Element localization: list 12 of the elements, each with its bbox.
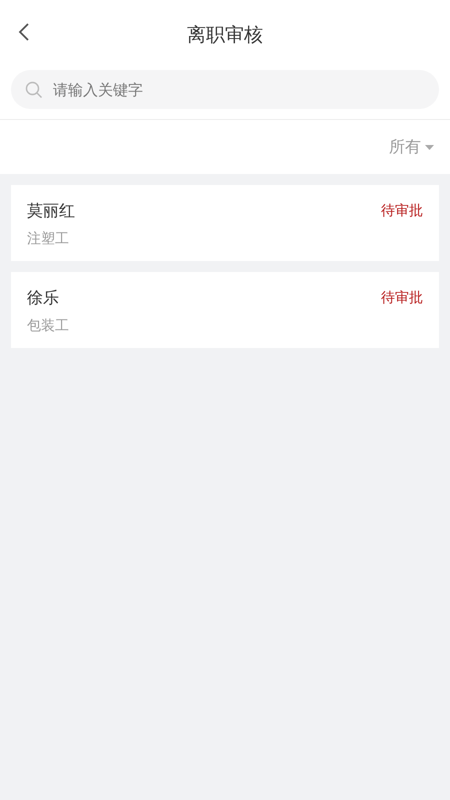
page-title: 离职审核 (187, 22, 263, 48)
status-label: 待审批 (381, 202, 423, 220)
employee-name: 莫丽红 (27, 200, 75, 222)
employee-name: 徐乐 (27, 287, 59, 309)
job-title: 包装工 (27, 318, 69, 334)
list-card[interactable]: 莫丽红 待审批 注塑工 (11, 185, 439, 261)
back-icon (18, 22, 30, 42)
job-title: 注塑工 (27, 231, 69, 247)
status-label: 待审批 (381, 288, 423, 308)
caret-icon (425, 144, 434, 150)
search-icon (25, 80, 43, 98)
list-card[interactable]: 徐乐 待审批 包装工 (11, 272, 439, 348)
